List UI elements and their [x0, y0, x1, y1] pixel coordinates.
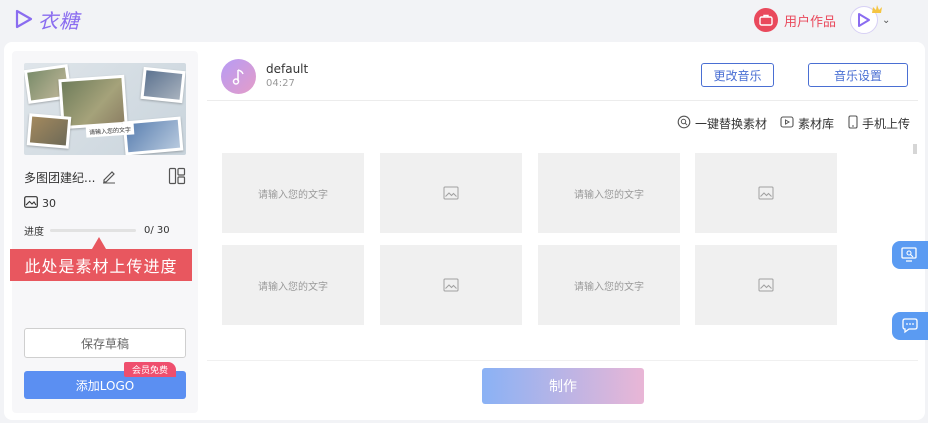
image-placeholder-icon: [443, 186, 459, 200]
top-header: 衣糖 用户作品 ⌄: [0, 0, 928, 40]
screen-search-icon: [901, 247, 917, 262]
make-button[interactable]: 制作: [482, 368, 644, 404]
progress-label: 进度: [24, 226, 44, 238]
user-works-link[interactable]: 用户作品: [754, 7, 836, 33]
photo-count-value: 30: [42, 197, 56, 210]
music-duration: 04:27: [266, 78, 295, 89]
progress-bar: [50, 228, 136, 232]
image-slot[interactable]: [380, 245, 522, 325]
thumb-photo: [122, 116, 184, 155]
vip-free-badge: 会员免费: [124, 362, 176, 377]
user-menu[interactable]: ⌄: [850, 5, 890, 35]
phone-upload-label: 手机上传: [862, 116, 911, 131]
phone-upload-button[interactable]: 手机上传: [848, 114, 910, 132]
chat-bubble-icon: [902, 318, 918, 334]
image-slot[interactable]: [695, 245, 837, 325]
library-label: 素材库: [798, 116, 835, 131]
save-draft-button[interactable]: 保存草稿: [24, 328, 186, 358]
upload-progress-callout: 此处是素材上传进度: [10, 237, 192, 281]
chevron-down-icon[interactable]: ⌄: [882, 15, 890, 26]
thumb-photo: [26, 113, 72, 149]
briefcase-icon: [754, 8, 778, 32]
avatar[interactable]: [850, 5, 882, 34]
thumb-photo: [140, 66, 186, 104]
layout-icon[interactable]: [168, 167, 186, 188]
photo-count: 30: [24, 196, 56, 211]
text-slot[interactable]: 请输入您的文字: [222, 153, 364, 233]
project-name: 多图团建纪...: [24, 171, 96, 185]
progress-value: 0/ 30: [144, 224, 170, 236]
preview-float-button[interactable]: [892, 241, 928, 269]
text-slot[interactable]: 请输入您的文字: [538, 153, 680, 233]
scrollbar[interactable]: [913, 144, 917, 154]
project-thumbnail[interactable]: 请输入您的文字: [24, 63, 186, 155]
upload-progress: 进度 0/ 30: [24, 222, 186, 238]
music-settings-button[interactable]: 音乐设置: [808, 63, 908, 87]
text-slot[interactable]: 请输入您的文字: [222, 245, 364, 325]
image-placeholder-icon: [758, 186, 774, 200]
music-note-icon[interactable]: [221, 59, 256, 94]
image-placeholder-icon: [758, 278, 774, 292]
image-slot[interactable]: [380, 153, 522, 233]
logo-play-icon: [14, 9, 34, 29]
image-slot[interactable]: [695, 153, 837, 233]
replace-icon: [677, 115, 691, 132]
phone-icon: [848, 114, 858, 132]
app-logo[interactable]: 衣糖: [14, 6, 80, 33]
replace-materials-button[interactable]: 一键替换素材: [677, 114, 767, 132]
image-icon: [24, 196, 38, 211]
app-name: 衣糖: [38, 8, 80, 33]
crown-icon: [871, 3, 883, 17]
text-slot[interactable]: 请输入您的文字: [538, 245, 680, 325]
music-name: default: [266, 62, 309, 76]
play-square-icon: [780, 115, 794, 132]
user-works-label: 用户作品: [784, 14, 837, 30]
edit-icon[interactable]: [101, 168, 117, 187]
image-placeholder-icon: [443, 278, 459, 292]
material-library-button[interactable]: 素材库: [780, 114, 834, 132]
change-music-button[interactable]: 更改音乐: [701, 63, 774, 87]
chat-float-button[interactable]: [892, 312, 928, 340]
replace-label: 一键替换素材: [695, 116, 768, 131]
